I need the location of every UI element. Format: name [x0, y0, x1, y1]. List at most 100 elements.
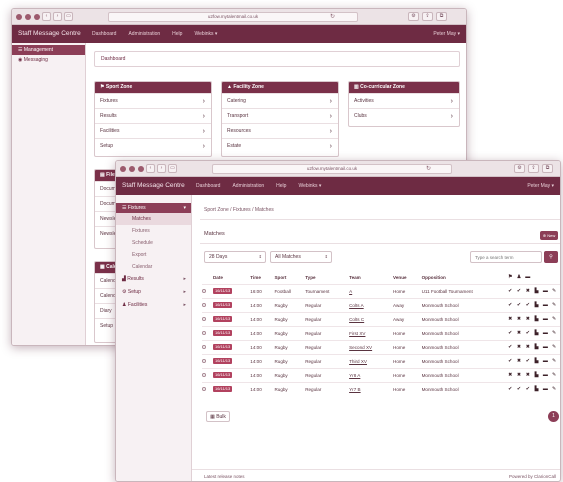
sidebar-sub-matches[interactable]: Matches	[116, 213, 191, 225]
close-dot[interactable]	[16, 14, 22, 20]
nav-help[interactable]: Help	[172, 31, 182, 37]
file-icon[interactable]: ▙	[534, 358, 540, 364]
table-row[interactable]: 16/11/13 16:00 Football Tournament A Home U11 …	[202, 283, 560, 298]
file-icon[interactable]: ▙	[534, 372, 540, 378]
cell-action-message[interactable]: ▬	[542, 325, 552, 340]
cell-team[interactable]: First XV	[349, 325, 394, 340]
brand-title[interactable]: Staff Message Centre	[18, 30, 81, 37]
comment-icon[interactable]: ▬	[542, 316, 548, 322]
row-select[interactable]	[202, 283, 213, 298]
cell-action-file[interactable]: ▙	[533, 381, 543, 396]
row-checkbox[interactable]	[202, 344, 206, 349]
file-icon[interactable]: ▙	[534, 302, 540, 308]
panel-link-transport[interactable]: Transport ›	[222, 108, 338, 123]
panel-link-fixtures[interactable]: Fixtures ›	[95, 93, 211, 108]
cell-action-edit[interactable]: ✎	[551, 339, 560, 354]
row-checkbox[interactable]	[202, 358, 206, 363]
pencil-icon[interactable]: ✎	[551, 316, 557, 322]
table-row[interactable]: 16/11/13 14:00 Rugby Regular Colts C Away Monm…	[202, 311, 560, 326]
row-select[interactable]	[202, 297, 213, 312]
table-row[interactable]: 16/11/13 14:00 Rugby Regular First XV Home Mon…	[202, 325, 560, 340]
days-filter-select[interactable]: 28 Days ⇕	[204, 251, 266, 263]
table-row[interactable]: 16/11/13 14:00 Rugby Regular Third XV Home Mon…	[202, 353, 560, 368]
tabs-icon[interactable]: ⧉	[436, 12, 447, 21]
table-row[interactable]: 16/11/13 14:00 Rugby Regular Yr7 B Home Monmou…	[202, 381, 560, 396]
pencil-icon[interactable]: ✎	[551, 386, 557, 392]
row-checkbox[interactable]	[202, 316, 206, 321]
nav-webinks[interactable]: Webinks ▾	[194, 31, 217, 37]
file-icon[interactable]: ▙	[534, 344, 540, 350]
front-url-bar[interactable]: u2fow.mytalentmail.co.uk	[212, 164, 452, 174]
cell-action-message[interactable]: ▬	[542, 381, 552, 396]
cell-action-edit[interactable]: ✎	[551, 283, 560, 298]
team-link[interactable]: Yr8 A	[349, 373, 360, 378]
release-notes-link[interactable]: Latest release notes	[204, 474, 245, 479]
row-select[interactable]	[202, 339, 213, 354]
panel-link-results[interactable]: Results ›	[95, 108, 211, 123]
panel-link-catering[interactable]: Catering ›	[222, 93, 338, 108]
sidebar-toggle-icon[interactable]: ▭	[64, 12, 73, 21]
panel-link-facilities[interactable]: Facilities ›	[95, 123, 211, 138]
cell-team[interactable]: Yr7 B	[349, 381, 394, 396]
col-opposition[interactable]: Opposition	[422, 271, 508, 284]
cell-action-file[interactable]: ▙	[533, 297, 543, 312]
forward-arrow-icon[interactable]: ›	[157, 164, 166, 173]
search-button[interactable]: ⚲	[544, 251, 558, 263]
col-sport[interactable]: Sport	[274, 271, 305, 284]
pencil-icon[interactable]: ✎	[551, 288, 557, 294]
zoom-dot[interactable]	[138, 166, 144, 172]
cell-team[interactable]: Second XV	[349, 339, 394, 354]
row-checkbox[interactable]	[202, 386, 206, 391]
pencil-icon[interactable]: ✎	[551, 330, 557, 336]
matches-filter-select[interactable]: All Matches ⇕	[270, 251, 332, 263]
nav-dashboard[interactable]: Dashboard	[196, 183, 220, 189]
cell-action-message[interactable]: ▬	[542, 311, 552, 326]
col-date[interactable]: Date	[213, 271, 250, 284]
forward-arrow-icon[interactable]: ›	[53, 12, 62, 21]
cell-action-file[interactable]: ▙	[533, 353, 543, 368]
cell-action-edit[interactable]: ✎	[551, 367, 560, 382]
minimize-dot[interactable]	[129, 166, 135, 172]
pencil-icon[interactable]: ✎	[551, 302, 557, 308]
cell-team[interactable]: Colts A	[349, 297, 394, 312]
cell-team[interactable]: A	[349, 283, 394, 298]
row-checkbox[interactable]	[202, 330, 206, 335]
col-team[interactable]: Team	[349, 271, 393, 284]
row-checkbox[interactable]	[202, 372, 206, 377]
comment-icon[interactable]: ▬	[542, 386, 548, 392]
file-icon[interactable]: ▙	[534, 386, 540, 392]
cell-action-file[interactable]: ▙	[533, 283, 543, 298]
panel-link-activities[interactable]: Activities ›	[349, 93, 459, 108]
comment-icon[interactable]: ▬	[542, 358, 548, 364]
cell-action-message[interactable]: ▬	[542, 297, 552, 312]
bulk-button[interactable]: ▦ Bulk	[206, 411, 230, 422]
sidebar-item-results[interactable]: ▟ Results ▸	[116, 273, 191, 286]
back-arrow-icon[interactable]: ‹	[42, 12, 51, 21]
cell-action-file[interactable]: ▙	[533, 339, 543, 354]
nav-dashboard[interactable]: Dashboard	[92, 31, 116, 37]
team-link[interactable]: Colts A	[349, 303, 364, 308]
col-time[interactable]: Time	[250, 271, 274, 284]
sidebar-item-setup[interactable]: ⚙ Setup ▸	[116, 286, 191, 299]
sidebar-item-messaging[interactable]: ◉ Messaging	[12, 55, 85, 65]
pagination-page[interactable]: 1	[548, 411, 559, 422]
minimize-dot[interactable]	[25, 14, 31, 20]
pencil-icon[interactable]: ✎	[551, 358, 557, 364]
cell-action-message[interactable]: ▬	[542, 339, 552, 354]
cell-action-file[interactable]: ▙	[533, 325, 543, 340]
back-url-bar[interactable]: u2fow.mytalentmail.co.uk	[108, 12, 358, 22]
sidebar-item-fixtures[interactable]: ☰ Fixtures ▾	[116, 203, 191, 213]
sidebar-item-management[interactable]: ☰ Management	[12, 45, 85, 55]
brand-title[interactable]: Staff Message Centre	[122, 182, 185, 189]
sidebar-sub-calendar[interactable]: Calendar	[116, 261, 191, 273]
cell-action-message[interactable]: ▬	[542, 283, 552, 298]
comment-icon[interactable]: ▬	[542, 302, 548, 308]
team-link[interactable]: Colts C	[349, 317, 364, 322]
sidebar-sub-schedule[interactable]: Schedule	[116, 237, 191, 249]
comment-icon[interactable]: ▬	[542, 372, 548, 378]
back-arrow-icon[interactable]: ‹	[146, 164, 155, 173]
col-type[interactable]: Type	[305, 271, 349, 284]
reload-icon[interactable]: ↻	[426, 165, 431, 172]
nav-help[interactable]: Help	[276, 183, 286, 189]
share-icon[interactable]: ⇪	[528, 164, 539, 173]
